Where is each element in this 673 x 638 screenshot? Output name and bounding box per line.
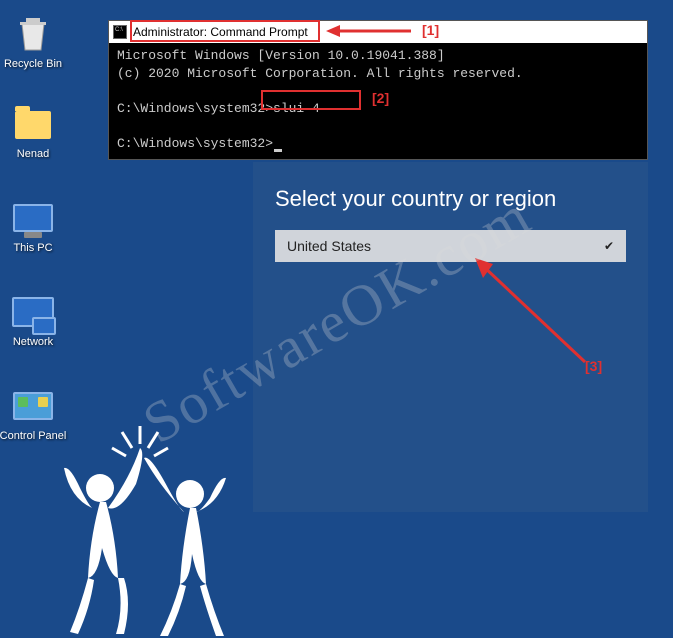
desktop-icon-label: This PC — [0, 242, 68, 254]
dialog-title: Select your country or region — [275, 186, 626, 212]
desktop-icon-nenad[interactable]: Nenad — [0, 102, 68, 160]
desktop-icon-label: Nenad — [0, 148, 68, 160]
region-dialog: Select your country or region United Sta… — [253, 162, 648, 512]
dropdown-value: United States — [287, 238, 371, 254]
cursor-icon — [274, 149, 282, 152]
cmd-window-icon — [113, 25, 127, 39]
cmd-line — [117, 117, 639, 135]
cmd-line — [117, 82, 639, 100]
cmd-titlebar[interactable]: Administrator: Command Prompt — [109, 21, 647, 43]
cmd-line: Microsoft Windows [Version 10.0.19041.38… — [117, 47, 639, 65]
chevron-down-icon: ✔ — [604, 239, 614, 253]
cmd-prompt-line: C:\Windows\system32> — [117, 135, 639, 153]
cmd-body[interactable]: Microsoft Windows [Version 10.0.19041.38… — [109, 43, 647, 156]
mascot-figures — [40, 408, 250, 638]
control-panel-icon — [12, 384, 54, 426]
desktop-icon-label: Network — [0, 336, 68, 348]
command-prompt-window[interactable]: Administrator: Command Prompt Microsoft … — [108, 20, 648, 160]
desktop-background: Recycle Bin Nenad This PC Network Contro… — [0, 0, 673, 638]
cmd-title: Administrator: Command Prompt — [133, 25, 308, 39]
desktop-icon-control-panel[interactable]: Control Panel — [0, 384, 68, 442]
network-icon — [12, 290, 54, 332]
desktop-icon-label: Control Panel — [0, 430, 68, 442]
desktop-icon-this-pc[interactable]: This PC — [0, 196, 68, 254]
recycle-bin-icon — [12, 12, 54, 54]
country-dropdown[interactable]: United States ✔ — [275, 230, 626, 262]
this-pc-icon — [12, 196, 54, 238]
desktop-icon-label: Recycle Bin — [0, 58, 68, 70]
folder-icon — [12, 102, 54, 144]
desktop-icon-network[interactable]: Network — [0, 290, 68, 348]
cmd-prompt-line: C:\Windows\system32>slui 4 — [117, 100, 639, 118]
cmd-line: (c) 2020 Microsoft Corporation. All righ… — [117, 65, 639, 83]
desktop-icon-recycle-bin[interactable]: Recycle Bin — [0, 12, 68, 70]
